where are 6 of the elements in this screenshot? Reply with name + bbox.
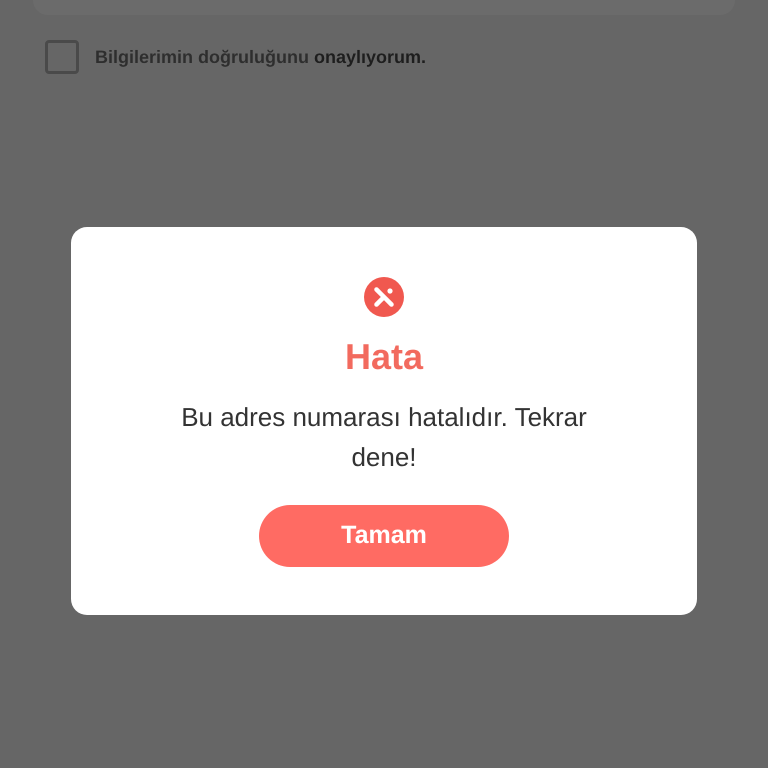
ok-button[interactable]: Tamam bbox=[259, 505, 509, 567]
checkbox[interactable] bbox=[45, 40, 79, 74]
dialog-title: Hata bbox=[344, 337, 424, 377]
error-icon bbox=[364, 277, 404, 317]
consent-label: Bilgilerimin doğruluğunu onaylıyorum. bbox=[95, 46, 426, 69]
dialog-message: Bu adres numarası hatalıdır. Tekrar dene! bbox=[180, 401, 588, 474]
